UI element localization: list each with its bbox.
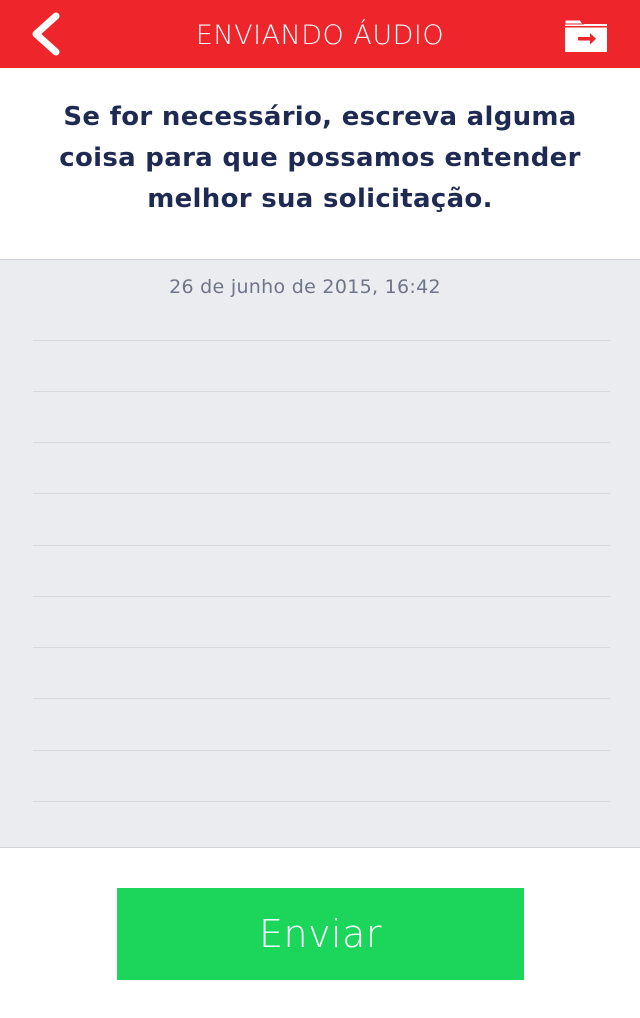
folder-export-icon <box>564 19 607 52</box>
note-ruled-line <box>33 596 610 597</box>
page-title: ENVIANDO ÁUDIO <box>195 20 445 51</box>
note-ruled-line <box>33 750 610 751</box>
note-timestamp: 26 de junho de 2015, 16:42 <box>169 276 441 298</box>
note-ruled-line <box>33 340 610 341</box>
top-bar: ENVIANDO ÁUDIO <box>0 0 640 68</box>
note-ruled-line <box>33 442 610 443</box>
send-button[interactable]: Enviar <box>117 888 524 980</box>
note-ruled-line <box>33 391 610 392</box>
instruction-text: Se for necessário, escreva alguma coisa … <box>59 102 581 214</box>
note-ruled-line <box>33 698 610 699</box>
note-ruled-line <box>33 647 610 648</box>
note-ruled-line <box>33 801 610 802</box>
note-textarea[interactable]: 26 de junho de 2015, 16:42 <box>0 259 640 848</box>
note-ruled-line <box>33 493 610 494</box>
folder-export-button[interactable] <box>562 14 610 56</box>
note-ruled-line <box>33 545 610 546</box>
